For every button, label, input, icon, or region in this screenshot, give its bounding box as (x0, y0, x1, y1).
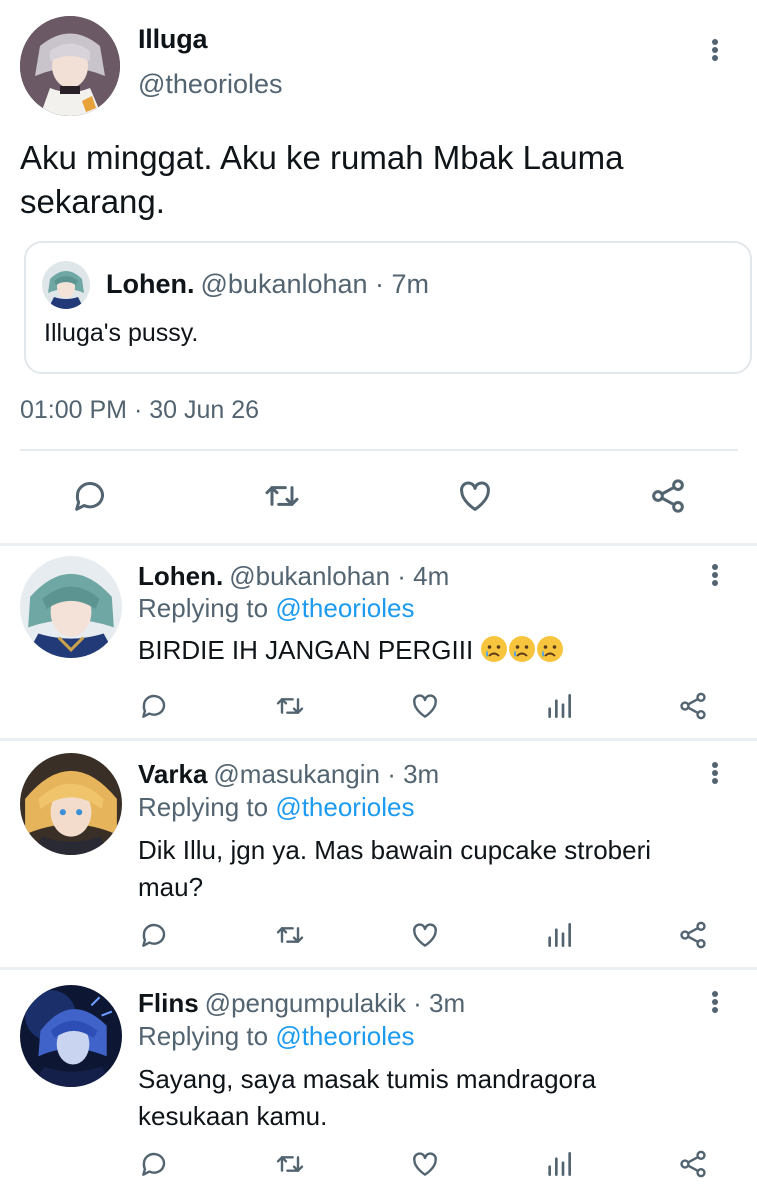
replying-to-mention[interactable]: @theorioles (275, 593, 414, 623)
reply-button[interactable] (136, 917, 172, 953)
share-button[interactable] (646, 474, 690, 518)
replying-to-mention[interactable]: @theorioles (275, 1021, 414, 1051)
replying-to-mention[interactable]: @theorioles (275, 792, 414, 822)
crying-face-icon (480, 635, 508, 673)
reply-author-name[interactable]: Lohen. (138, 561, 223, 591)
retweet-icon (276, 1156, 304, 1172)
retweet-icon (276, 698, 304, 714)
analytics-button[interactable] (541, 917, 577, 953)
share-button[interactable] (675, 917, 711, 953)
like-button[interactable] (407, 688, 443, 724)
analytics-icon (548, 1152, 571, 1176)
share-icon (680, 921, 706, 949)
more-options-icon[interactable] (705, 987, 725, 1017)
like-button[interactable] (407, 1146, 443, 1182)
share-button[interactable] (675, 688, 711, 724)
reply-author-handle[interactable]: @bukanlohan · 4m (229, 561, 449, 591)
like-icon (413, 1152, 437, 1176)
reply-author-name[interactable]: Flins (138, 988, 199, 1018)
reply-icon (142, 1152, 166, 1176)
retweet-button[interactable] (272, 688, 308, 724)
reply-icon (142, 923, 166, 947)
analytics-icon (548, 923, 571, 947)
author-avatar[interactable] (20, 16, 120, 116)
more-options-icon[interactable] (705, 560, 725, 590)
crying-face-icon (536, 635, 564, 673)
share-button[interactable] (675, 1146, 711, 1182)
reply-button[interactable] (68, 474, 112, 518)
quote-author-name: Lohen. (106, 269, 195, 299)
reply-icon (75, 482, 104, 511)
reply-button[interactable] (136, 1146, 172, 1182)
reply-tweet: Flins @pengumpulakik · 3m Replying to @th… (0, 970, 757, 1200)
reply-author-handle[interactable]: @masukangin · 3m (213, 759, 439, 789)
quote-header: Lohen. @bukanlohan · 7m (106, 269, 429, 300)
reply-header: Lohen. @bukanlohan · 4m (138, 561, 449, 592)
quoted-tweet[interactable]: Lohen. @bukanlohan · 7m Illuga's pussy. (24, 241, 752, 374)
analytics-button[interactable] (541, 688, 577, 724)
tweet-text: Aku minggat. Aku ke rumah Mbak Lauma sek… (20, 139, 624, 220)
main-tweet: Illuga @theorioles Aku minggat. Aku ke r… (0, 0, 757, 544)
reply-tweet: Varka @masukangin · 3m Replying to @theor… (0, 741, 757, 967)
share-icon (680, 692, 706, 720)
replying-to: Replying to @theorioles (138, 792, 414, 823)
reply-author-handle[interactable]: @pengumpulakik · 3m (205, 988, 466, 1018)
reply-author-avatar[interactable] (20, 753, 122, 855)
author-handle[interactable]: @theorioles (138, 69, 282, 100)
like-button[interactable] (407, 917, 443, 953)
replying-to-label: Replying to (138, 792, 276, 822)
reply-header: Varka @masukangin · 3m (138, 759, 439, 790)
author-name[interactable]: Illuga (138, 24, 208, 55)
reply-author-avatar[interactable] (20, 556, 122, 658)
reply-button[interactable] (136, 688, 172, 724)
retweet-button[interactable] (272, 1146, 308, 1182)
analytics-button[interactable] (541, 1146, 577, 1182)
retweet-icon (276, 927, 304, 943)
more-options-icon[interactable] (705, 758, 725, 788)
reply-text-content: BIRDIE IH JANGAN PERGIII (138, 635, 474, 665)
like-icon (413, 694, 437, 718)
share-icon (652, 479, 684, 513)
reply-author-name[interactable]: Varka (138, 759, 207, 789)
reply-text: Dik Illu, jgn ya. Mas bawain cupcake str… (138, 835, 652, 902)
tweet-timestamp[interactable]: 01:00 PM · 30 Jun 26 (20, 396, 259, 425)
retweet-icon (265, 486, 299, 506)
replying-to: Replying to @theorioles (138, 1021, 414, 1052)
quote-text: Illuga's pussy. (44, 319, 199, 347)
reply-text: BIRDIE IH JANGAN PERGIII (138, 632, 698, 673)
share-icon (680, 1150, 706, 1178)
like-icon (460, 481, 490, 511)
reply-text: Sayang, saya masak tumis mandragora kesu… (138, 1064, 597, 1131)
retweet-button[interactable] (260, 474, 304, 518)
replying-to-label: Replying to (138, 593, 276, 623)
like-icon (413, 923, 437, 947)
like-button[interactable] (453, 474, 497, 518)
reply-author-avatar[interactable] (20, 985, 122, 1087)
quote-author-avatar (42, 261, 90, 309)
reply-icon (142, 694, 166, 718)
more-options-icon[interactable] (705, 35, 725, 65)
replying-to-label: Replying to (138, 1021, 276, 1051)
reply-tweet: Lohen. @bukanlohan · 4m Replying to @theo… (0, 546, 757, 738)
reply-header: Flins @pengumpulakik · 3m (138, 988, 465, 1019)
divider (20, 449, 738, 451)
replying-to: Replying to @theorioles (138, 593, 414, 624)
analytics-icon (548, 694, 571, 718)
retweet-button[interactable] (272, 917, 308, 953)
crying-face-icon (508, 635, 536, 673)
quote-author-handle: @bukanlohan · 7m (200, 269, 430, 299)
